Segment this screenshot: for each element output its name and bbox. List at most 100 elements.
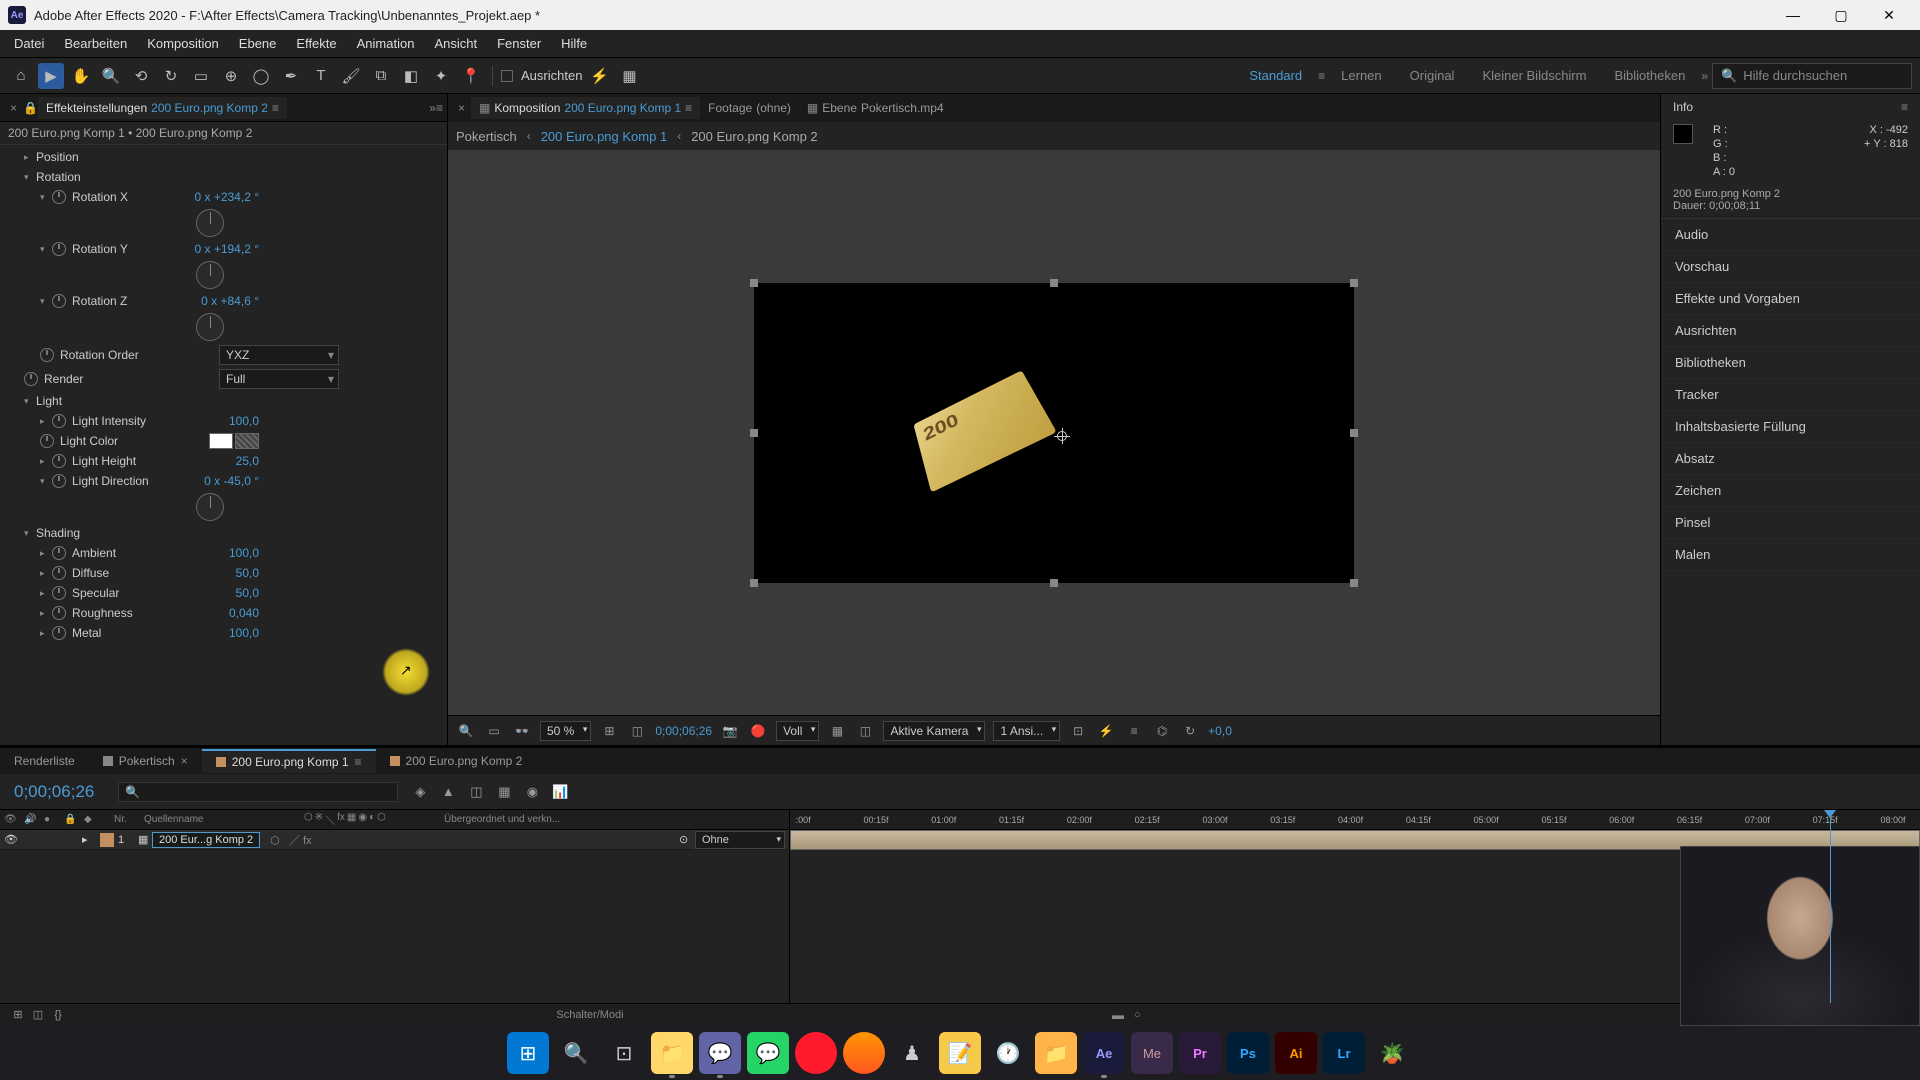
eraser-tool[interactable]: ◧ [398,63,424,89]
roi-icon[interactable]: ▦ [827,724,847,738]
snapshot-icon[interactable]: 📷 [720,724,740,738]
rotation-z-dial[interactable] [196,313,224,341]
panel-fuellung[interactable]: Inhaltsbasierte Füllung [1661,411,1920,443]
selection-handle[interactable] [750,279,758,287]
exposure-value[interactable]: +0,0 [1208,724,1232,738]
viewer-tab-komposition[interactable]: ▦ Komposition 200 Euro.png Komp 1 ≡ [471,97,700,119]
lightroom-icon[interactable]: Lr [1323,1032,1365,1074]
rotation-y-dial[interactable] [196,261,224,289]
composition-view[interactable]: 200 [448,150,1660,715]
viewer-close-icon[interactable]: × [452,101,471,115]
stopwatch-icon[interactable] [40,348,54,362]
bc-pokertisch[interactable]: Pokertisch [456,129,517,144]
twirl-icon[interactable]: ▸ [40,608,52,619]
menu-animation[interactable]: Animation [347,32,425,55]
workspace-lernen[interactable]: Lernen [1329,64,1393,87]
twirl-icon[interactable]: ▾ [24,528,36,539]
stopwatch-icon[interactable] [52,606,66,620]
firefox-icon[interactable] [843,1032,885,1074]
zoom-tool[interactable]: 🔍 [98,63,124,89]
twirl-icon[interactable]: ▸ [40,416,52,427]
twirl-icon[interactable]: ▾ [40,296,52,307]
twirl-icon[interactable]: ▸ [40,456,52,467]
menu-komposition[interactable]: Komposition [137,32,229,55]
timeline-tab-komp1[interactable]: 200 Euro.png Komp 1≡ [202,749,376,773]
rotation-order-dropdown[interactable]: YXZ [219,345,339,365]
bc-komp2[interactable]: 200 Euro.png Komp 2 [691,129,817,144]
render-dropdown[interactable]: Full [219,369,339,389]
timeline-tab-render[interactable]: Renderliste [0,750,89,772]
premiere-icon[interactable]: Pr [1179,1032,1221,1074]
rotation-x-value[interactable]: 0 x +234,2 ° [194,190,439,204]
toggle-in-out-icon[interactable]: {} [48,1009,68,1021]
panel-bibliotheken[interactable]: Bibliotheken [1661,347,1920,379]
timeline-icon[interactable]: ≡ [1124,724,1144,738]
panel-zeichen[interactable]: Zeichen [1661,475,1920,507]
timeline-ruler[interactable]: :00f 00:15f 01:00f 01:15f 02:00f 02:15f … [790,810,1920,830]
whatsapp-icon[interactable]: 💬 [747,1032,789,1074]
align-checkbox[interactable] [501,70,513,82]
layer-name[interactable]: 200 Eur...g Komp 2 [152,832,260,848]
playhead[interactable] [1830,810,1831,1003]
proxy-icon[interactable]: ▦ [616,63,642,89]
twirl-icon[interactable]: ▾ [40,244,52,255]
opera-icon[interactable] [795,1032,837,1074]
transparency-icon[interactable]: ◫ [855,724,875,738]
effect-tab[interactable]: Effekteinstellungen 200 Euro.png Komp 2 … [38,97,287,119]
stopwatch-icon[interactable] [24,372,38,386]
rotation-z-value[interactable]: 0 x +84,6 ° [201,294,439,308]
grid-icon[interactable]: ⊞ [599,724,619,738]
minimize-button[interactable]: — [1770,0,1816,30]
roughness-value[interactable]: 0,040 [229,606,439,620]
stopwatch-icon[interactable] [52,414,66,428]
mask-icon[interactable]: ◫ [627,724,647,738]
stopwatch-icon[interactable] [52,626,66,640]
folder-icon[interactable]: 📁 [1035,1032,1077,1074]
viewer-tab-footage[interactable]: Footage (ohne) [700,97,799,119]
stopwatch-icon[interactable] [40,434,54,448]
selection-handle[interactable] [1050,279,1058,287]
brush-tool[interactable]: 🖌 [338,63,364,89]
workspace-menu-icon[interactable]: ≡ [1318,69,1325,83]
snap-icon[interactable]: ⚡ [586,63,612,89]
timeline-tab-komp2[interactable]: 200 Euro.png Komp 2 [376,750,537,772]
stopwatch-icon[interactable] [52,566,66,580]
color-picker-icon[interactable] [235,433,259,449]
app-icon-3[interactable]: 🪴 [1371,1032,1413,1074]
panel-menu-icon[interactable]: ≡ [436,101,443,115]
bc-komp1[interactable]: 200 Euro.png Komp 1 [541,129,667,144]
graph-editor-icon[interactable]: 📊 [550,784,570,800]
panel-tracker[interactable]: Tracker [1661,379,1920,411]
pixel-icon[interactable]: ⊡ [1068,724,1088,738]
camera-tool[interactable]: ▭ [188,63,214,89]
selection-handle[interactable] [1350,429,1358,437]
info-menu-icon[interactable]: ≡ [1901,100,1908,114]
comp-mini-icon[interactable]: ◈ [410,784,430,800]
selection-handle[interactable] [750,579,758,587]
channel-icon[interactable]: 🔴 [748,724,768,738]
timeline-tab-pokertisch[interactable]: Pokertisch× [89,750,202,772]
workspace-original[interactable]: Original [1398,64,1467,87]
roto-tool[interactable]: ✦ [428,63,454,89]
light-color-swatch[interactable] [209,433,233,449]
selection-handle[interactable] [1050,579,1058,587]
light-height-value[interactable]: 25,0 [236,454,439,468]
pan-behind-tool[interactable]: ⊕ [218,63,244,89]
diffuse-value[interactable]: 50,0 [236,566,439,580]
twirl-icon[interactable]: ▾ [24,396,36,407]
stopwatch-icon[interactable] [52,586,66,600]
rotation-x-dial[interactable] [196,209,224,237]
workspace-overflow-icon[interactable]: » [1701,69,1708,83]
menu-ebene[interactable]: Ebene [229,32,287,55]
display-icon[interactable]: ▭ [484,724,504,738]
stopwatch-icon[interactable] [52,242,66,256]
timeline-layer-row[interactable]: 👁 ▸ 1 ▦ 200 Eur...g Komp 2 ⬡ ／ fx ⊙ Ohne [0,830,789,850]
twirl-icon[interactable]: ▾ [40,192,52,203]
light-intensity-value[interactable]: 100,0 [229,414,439,428]
twirl-icon[interactable]: ▸ [40,548,52,559]
app-icon-2[interactable]: 📝 [939,1032,981,1074]
hand-tool[interactable]: ✋ [68,63,94,89]
metal-value[interactable]: 100,0 [229,626,439,640]
stopwatch-icon[interactable] [52,546,66,560]
workspace-bibliotheken[interactable]: Bibliotheken [1602,64,1697,87]
